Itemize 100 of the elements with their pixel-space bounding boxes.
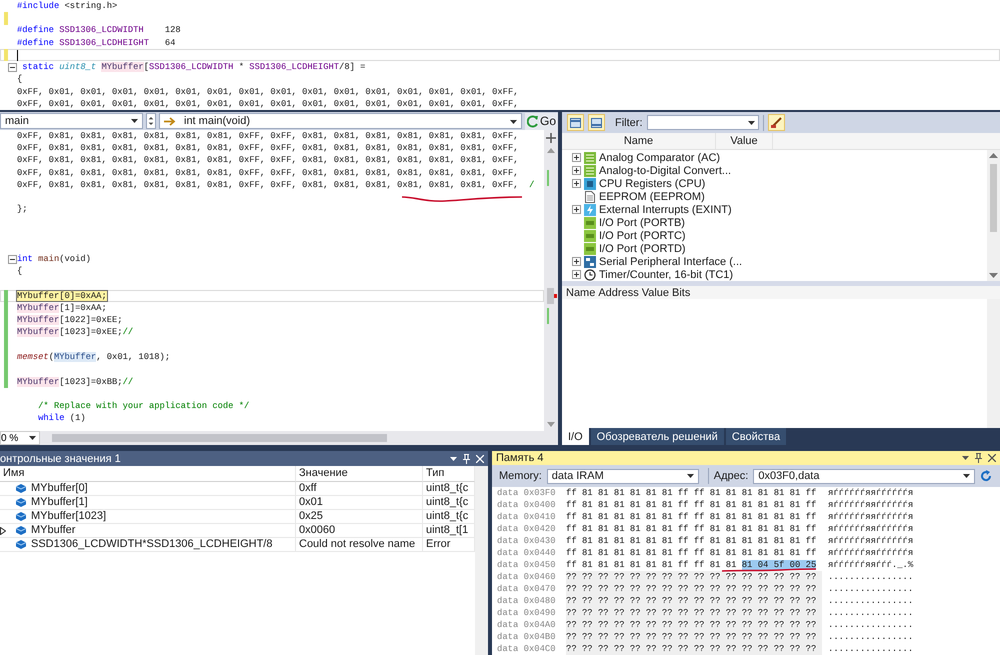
watch-name: MYbuffer[1] (31, 496, 88, 509)
expand-icon[interactable] (572, 153, 581, 162)
tree-item[interactable]: CPU Registers (CPU) (599, 178, 706, 190)
code-line: 0xFF, 0x81, 0x81, 0x81, 0x81, 0x81, 0x81, 0xFF, 0xFF, 0x81, 0x81, 0x81, 0x81, 0x81, 0x81, 0xFF, (17, 130, 519, 142)
memory-address: data 0x0470 (497, 584, 557, 594)
memory-bytes[interactable]: ff 81 81 81 81 81 81 ff ff 81 81 (566, 560, 736, 570)
zoom-dropdown[interactable]: 0 % (0, 431, 40, 445)
tree-item[interactable]: Analog Comparator (AC) (599, 152, 720, 164)
brush-icon[interactable] (768, 114, 784, 131)
spinner-icon[interactable] (146, 113, 156, 129)
window-icon[interactable] (588, 114, 605, 131)
watch-name: MYbuffer[1023] (31, 510, 106, 523)
memory-address: data 0x04C0 (497, 644, 557, 654)
memory-address: data 0x04B0 (497, 632, 557, 642)
column-header: Value (716, 133, 773, 149)
collapse-icon[interactable] (8, 254, 17, 264)
panel-tab[interactable]: Обозреватель решений (590, 428, 724, 445)
tree-item[interactable]: EEPROM (EEPROM) (599, 190, 705, 202)
memory-address: data 0x0480 (497, 596, 557, 606)
function-dropdown[interactable]: int main(void) (159, 113, 522, 129)
memory-address: data 0x0460 (497, 572, 557, 582)
code-line: MYbuffer[1022]=0xEE; (17, 315, 123, 326)
pin-icon[interactable] (975, 453, 982, 463)
column-header: Value (642, 286, 670, 298)
memory-ascii: яѓѓѓѓѓѓяяѓѓѓѓѓѓя (828, 536, 914, 546)
clock-icon (584, 268, 596, 280)
memory-ascii: ................ (828, 596, 914, 606)
code-line: /* Replace with your application code */ (37, 401, 250, 412)
expand-icon[interactable] (572, 257, 581, 266)
go-button[interactable]: Go (524, 112, 558, 130)
vertical-scrollbar[interactable] (987, 299, 1000, 428)
dropdown-icon[interactable] (962, 456, 969, 460)
module-icon (584, 164, 596, 176)
code-line: #define SSD1306_LCDHEIGHT 64 (17, 38, 176, 49)
memory-bytes[interactable]: ff 81 81 81 81 81 81 ff ff 81 81 81 81 81 81 ff (566, 488, 816, 498)
dropdown-icon[interactable] (450, 456, 457, 460)
variable-icon (16, 498, 26, 507)
tree-item[interactable]: External Interrupts (EXINT) (599, 204, 732, 216)
vertical-scrollbar[interactable] (987, 150, 1000, 281)
panel-title: Память 4 (496, 452, 544, 464)
collapse-icon[interactable] (8, 63, 17, 72)
code-line: memset(MYbuffer, 0x01, 1018); (17, 352, 170, 363)
port-icon (584, 230, 596, 242)
expand-icon[interactable] (572, 166, 581, 175)
refresh-icon (526, 114, 539, 128)
interface-icon (584, 256, 596, 268)
memory-address: data 0x0430 (497, 536, 557, 546)
tree-item[interactable]: I/O Port (PORTD) (599, 242, 686, 254)
code-line: MYbuffer[1]=0xAA; (17, 302, 107, 314)
memory-bytes[interactable]: ff 81 81 81 81 81 81 ff ff 81 81 81 81 81 81 ff (566, 512, 816, 522)
panel-tab[interactable]: I/O (562, 428, 589, 445)
close-icon[interactable] (988, 454, 996, 462)
address-label: Адрес: (714, 470, 748, 482)
column-header: Name (562, 133, 716, 149)
memory-bytes[interactable]: ff 81 81 81 81 81 81 ff ff 81 81 81 81 81 81 ff (566, 536, 816, 546)
watch-value: 0x0060 (296, 524, 423, 538)
memory-ascii: ................ (828, 572, 914, 582)
expand-arrow-icon[interactable] (0, 526, 6, 534)
caret-icon (131, 119, 138, 123)
vertical-scrollbar[interactable] (475, 466, 488, 655)
memory-address: data 0x0420 (497, 524, 557, 534)
memory-address: data 0x0400 (497, 500, 557, 510)
memory-address: data 0x0490 (497, 608, 557, 618)
memory-address: data 0x0440 (497, 548, 557, 558)
expand-icon[interactable] (572, 270, 581, 279)
filter-field[interactable] (646, 115, 758, 130)
tree-item[interactable]: Timer/Counter, 16-bit (TC1) (599, 268, 734, 280)
tree-item[interactable]: Serial Peripheral Interface (... (599, 256, 742, 268)
expand-icon[interactable] (572, 179, 581, 188)
memory-bytes[interactable]: 81 04 5f 00 25 (742, 560, 816, 570)
tree-item[interactable]: Analog-to-Digital Convert... (599, 164, 732, 176)
error-marker (554, 294, 557, 298)
tree-item[interactable]: I/O Port (PORTC) (599, 230, 686, 242)
tree-item[interactable]: I/O Port (PORTB) (599, 216, 685, 228)
column-header: Name (566, 286, 596, 298)
expand-icon[interactable] (572, 205, 581, 214)
code-line: #define SSD1306_LCDWIDTH 128 (17, 25, 181, 36)
caret-icon (29, 436, 36, 440)
window-icon[interactable] (567, 114, 584, 131)
scope-dropdown[interactable]: main (0, 113, 143, 129)
memory-ascii: яѓѓѓѓѓѓяяѓѓѓ._.% (828, 560, 914, 570)
memory-bytes[interactable]: ff 81 81 81 81 81 81 ff ff 81 81 81 81 81 81 ff (566, 524, 816, 534)
refresh-icon[interactable] (980, 470, 992, 482)
panel-tab[interactable]: Свойства (726, 428, 786, 445)
vertical-scrollbar[interactable] (544, 130, 558, 431)
split-icon[interactable] (545, 132, 557, 144)
memory-ascii: яѓѓѓѓѓѓяяѓѓѓѓѓѓя (828, 524, 914, 534)
scroll-thumb[interactable] (990, 164, 997, 232)
code-line: 0xFF, 0x01, 0x01, 0x01, 0x01, 0x01, 0x01, 0x01, 0x01, 0x01, 0x01, 0x01, 0x01, 0x01, 0x01, 0xFF, (17, 86, 519, 98)
memory-bytes[interactable]: ff 81 81 81 81 81 81 ff ff 81 81 81 81 81 81 ff (566, 548, 816, 558)
change-marker (547, 308, 549, 324)
address-field[interactable]: 0x03F0,data (753, 468, 976, 484)
scroll-thumb[interactable] (547, 288, 554, 304)
module-icon (584, 152, 596, 164)
column-header: Address (598, 286, 639, 298)
memory-dropdown[interactable]: data IRAM (546, 468, 699, 484)
chip-icon (584, 178, 596, 190)
scroll-down-icon[interactable] (989, 273, 998, 278)
scroll-up-icon[interactable] (989, 153, 998, 158)
memory-bytes[interactable]: ff 81 81 81 81 81 81 ff ff 81 81 81 81 81 81 ff (566, 500, 816, 510)
